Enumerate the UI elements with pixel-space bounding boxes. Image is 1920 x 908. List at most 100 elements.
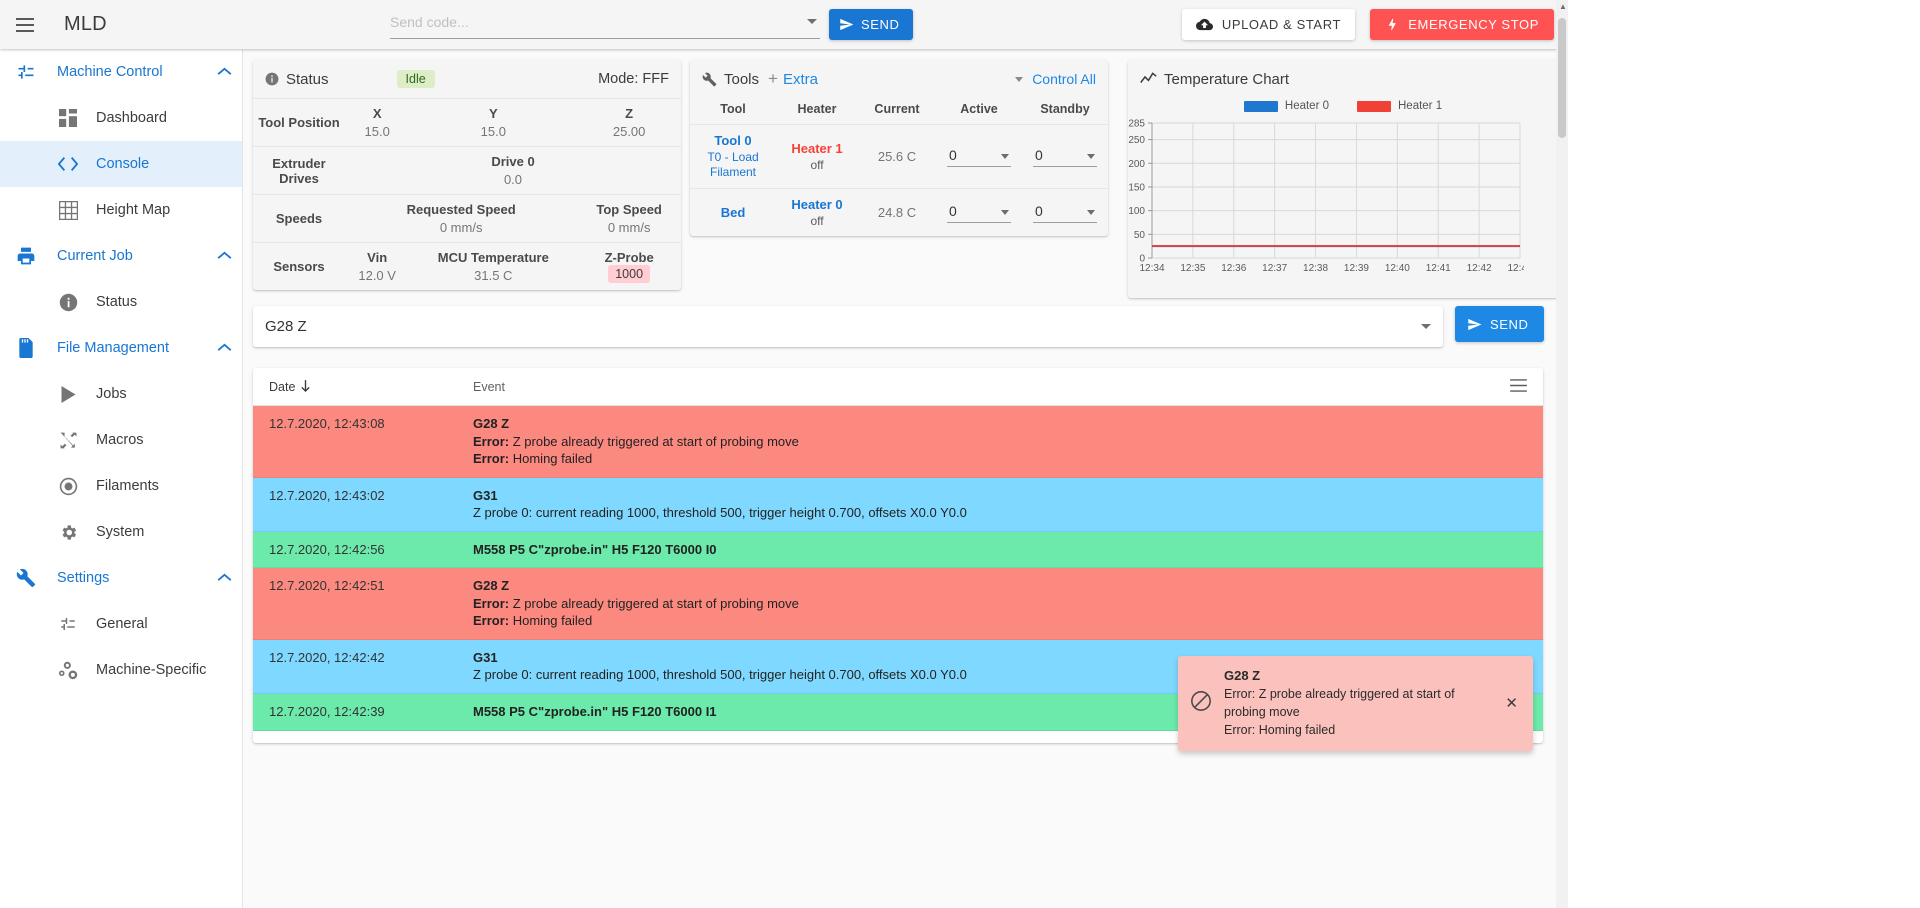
toast-message: G28 Z Error: Z probe already triggered a… xyxy=(1224,667,1490,740)
tool-name[interactable]: Tool 0 xyxy=(714,133,751,148)
sidebar-item-console[interactable]: Console xyxy=(0,141,242,187)
gear-icon xyxy=(55,523,81,542)
arrow-down-icon xyxy=(301,380,311,393)
svg-text:12:40: 12:40 xyxy=(1385,263,1410,274)
heater-state: off xyxy=(810,158,824,172)
sidebar-item-dashboard[interactable]: Dashboard xyxy=(0,95,242,141)
chevron-down-icon[interactable] xyxy=(1087,154,1095,159)
chart-legend-item[interactable]: Heater 0 xyxy=(1243,100,1329,112)
info-circle-icon xyxy=(265,72,279,86)
log-date: 12.7.2020, 12:43:02 xyxy=(269,487,385,503)
svg-text:200: 200 xyxy=(1128,159,1145,170)
estop-button-label: EMERGENCY STOP xyxy=(1408,17,1539,32)
chevron-up-icon[interactable] xyxy=(217,65,232,79)
sidebar-item-general[interactable]: General xyxy=(0,601,242,647)
table-row[interactable]: 12.7.2020, 12:43:02 G31 Z probe 0: current… xyxy=(253,477,1543,532)
heater-cell: Heater 0 off xyxy=(776,188,858,236)
upload-and-start-button[interactable]: UPLOAD & START xyxy=(1181,9,1355,40)
send-button[interactable]: SEND xyxy=(829,9,913,40)
sidebar-group-current-job[interactable]: Current Job xyxy=(0,233,242,279)
console-command-input[interactable] xyxy=(253,306,1443,347)
heater-cell: Heater 1 off xyxy=(776,124,858,189)
heater-name[interactable]: Heater 0 xyxy=(791,197,842,212)
sidebar-group-machine-control[interactable]: Machine Control xyxy=(0,49,242,95)
chevron-down-icon[interactable] xyxy=(1087,210,1095,215)
temperature-chart-svg: 05010015020025028512:34 12:35 12:36 12:37 12… xyxy=(1128,119,1524,275)
standby-cell: 0 xyxy=(1022,188,1108,236)
table-row[interactable]: 12.7.2020, 12:43:08 G28 Z Error: Z probe a… xyxy=(253,406,1543,478)
hamburger-icon[interactable] xyxy=(8,8,42,42)
standby-temp-select[interactable]: 0 xyxy=(1033,146,1097,167)
sidebar-item-status[interactable]: Status xyxy=(0,279,242,325)
sidebar-item-machine-specific[interactable]: Machine-Specific xyxy=(0,647,242,693)
log-event: G28 Z Error: Z probe already triggered at… xyxy=(473,577,1527,630)
status-cell: Vin 12.0 V xyxy=(345,242,410,290)
svg-text:12:36: 12:36 xyxy=(1221,263,1246,274)
emergency-stop-button[interactable]: EMERGENCY STOP xyxy=(1370,9,1554,40)
log-table-header: Date Event xyxy=(253,368,1543,406)
sidebar-item-height-map[interactable]: Height Map xyxy=(0,187,242,233)
chevron-down-icon[interactable] xyxy=(1001,210,1009,215)
control-all-group: Control All xyxy=(1015,71,1096,87)
chevron-up-icon[interactable] xyxy=(217,341,232,355)
status-cell-value: 25.00 xyxy=(612,124,646,139)
svg-text:285: 285 xyxy=(1128,119,1145,130)
svg-text:12:39: 12:39 xyxy=(1344,263,1369,274)
tool-name[interactable]: Bed xyxy=(721,205,746,220)
chevron-down-icon[interactable] xyxy=(807,19,817,24)
scrollbar-thumb[interactable] xyxy=(1558,18,1566,138)
console-send-button[interactable]: SEND xyxy=(1455,306,1544,342)
send-button-label: SEND xyxy=(861,17,900,32)
standby-temp-select[interactable]: 0 xyxy=(1033,202,1097,223)
svg-text:12:35: 12:35 xyxy=(1180,263,1205,274)
table-row[interactable]: 12.7.2020, 12:42:56 M558 P5 C"zprobe.in" … xyxy=(253,531,1543,569)
close-icon[interactable]: ✕ xyxy=(1502,694,1521,712)
wrench-icon xyxy=(12,568,40,588)
dashboard-icon xyxy=(55,109,81,127)
chevron-down-icon[interactable] xyxy=(1421,324,1431,329)
sidebar-item-filaments[interactable]: Filaments xyxy=(0,463,242,509)
sidebar-item-macros[interactable]: Macros xyxy=(0,417,242,463)
printer-icon xyxy=(12,246,40,266)
extra-link[interactable]: Extra xyxy=(783,71,818,88)
chevron-down-icon[interactable] xyxy=(1015,76,1024,82)
tools-col-header: Heater xyxy=(797,102,837,116)
control-all-link[interactable]: Control All xyxy=(1032,71,1096,87)
chevron-up-icon[interactable] xyxy=(217,571,232,585)
tool-subaction[interactable]: T0 - Load Filament xyxy=(692,150,774,180)
chart-card-header: Temperature Chart xyxy=(1128,60,1558,98)
sidebar-item-jobs[interactable]: Jobs xyxy=(0,371,242,417)
status-row-label: Extruder Drives xyxy=(253,146,345,195)
svg-text:150: 150 xyxy=(1128,182,1145,193)
chart-plot-area: 0 50 100 150 200 250 285 12:34 12:35 12:36 12:37 12… xyxy=(1128,117,1546,280)
list-menu-icon[interactable] xyxy=(1510,378,1527,395)
sidebar-item-label: Dashboard xyxy=(96,110,167,126)
heater-name[interactable]: Heater 1 xyxy=(791,141,842,156)
chevron-down-icon[interactable] xyxy=(1001,154,1009,159)
scroll-up-arrow[interactable]: ▲ xyxy=(1559,2,1567,11)
sidebar-group-label: Settings xyxy=(57,570,110,586)
chevron-up-icon[interactable] xyxy=(217,249,232,263)
toast-title: G28 Z xyxy=(1224,668,1261,683)
error-toast[interactable]: G28 Z Error: Z probe already triggered a… xyxy=(1178,656,1533,751)
log-date: 12.7.2020, 12:42:51 xyxy=(269,578,385,594)
page-scrollbar[interactable]: ▲ xyxy=(1556,0,1568,908)
active-temp-select[interactable]: 0 xyxy=(947,202,1011,223)
send-code-input[interactable] xyxy=(390,9,820,39)
sidebar-item-label: Filaments xyxy=(96,478,159,494)
sidebar-item-system[interactable]: System xyxy=(0,509,242,555)
status-cell-head: Top Speed xyxy=(596,202,662,217)
log-detail-text: Homing failed xyxy=(509,613,593,629)
log-col-event[interactable]: Event xyxy=(473,380,1510,394)
status-cell-value: 15.0 xyxy=(364,124,390,139)
add-tool-icon[interactable]: + xyxy=(768,69,778,89)
active-temp-select[interactable]: 0 xyxy=(947,146,1011,167)
log-detail-text: Z probe already triggered at start of pr… xyxy=(509,595,799,611)
log-col-date[interactable]: Date xyxy=(269,380,473,394)
standby-temp-value: 0 xyxy=(1035,147,1043,163)
chart-legend-item[interactable]: Heater 1 xyxy=(1357,100,1442,112)
status-mode: Mode: FFF xyxy=(598,71,669,87)
sidebar-group-settings[interactable]: Settings xyxy=(0,555,242,601)
table-row[interactable]: 12.7.2020, 12:42:51 G28 Z Error: Z probe a… xyxy=(253,568,1543,640)
sidebar-group-file-management[interactable]: File Management xyxy=(0,325,242,371)
